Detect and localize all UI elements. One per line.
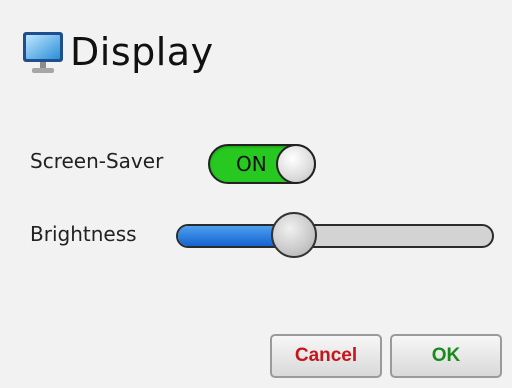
toggle-state-text: ON bbox=[236, 152, 267, 176]
monitor-icon bbox=[20, 27, 68, 77]
ok-button[interactable]: OK bbox=[390, 334, 502, 378]
brightness-label: Brightness bbox=[30, 222, 137, 246]
screen-saver-toggle[interactable]: ON bbox=[208, 144, 316, 184]
page-title: Display bbox=[70, 30, 214, 74]
brightness-slider-thumb[interactable] bbox=[270, 212, 317, 258]
brightness-slider-track[interactable] bbox=[176, 224, 494, 248]
cancel-button[interactable]: Cancel bbox=[270, 334, 382, 378]
dialog-header: Display bbox=[20, 22, 214, 82]
toggle-knob[interactable] bbox=[276, 144, 316, 184]
screen-saver-label: Screen-Saver bbox=[30, 149, 164, 173]
